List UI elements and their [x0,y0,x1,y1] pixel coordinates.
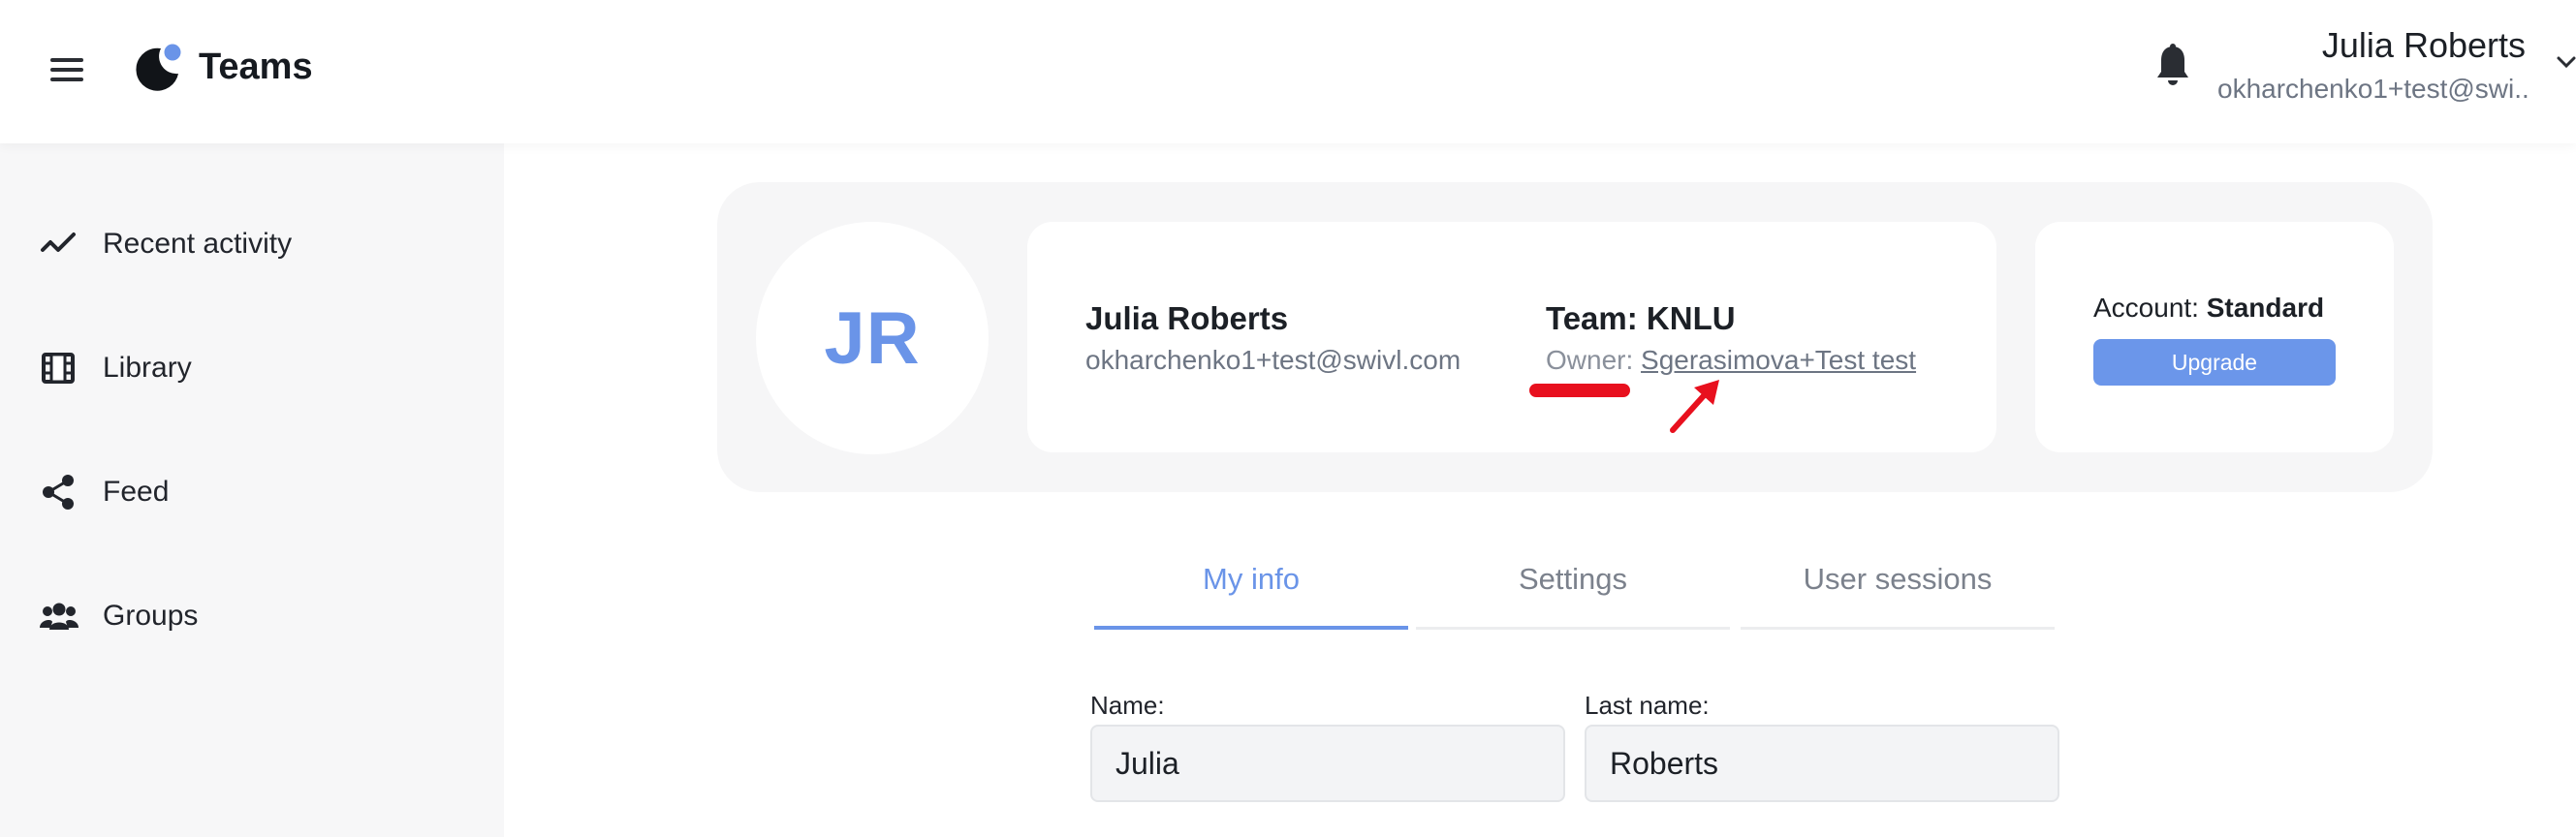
tab-my-info[interactable]: My info [1094,542,1408,630]
last-name-label: Last name: [1585,691,1710,720]
avatar-initials: JR [824,296,921,380]
film-icon [42,353,75,384]
sidebar-item-label: Groups [103,600,199,632]
sidebar-item-library[interactable]: Library [0,325,504,412]
sidebar-item-label: Library [103,352,192,384]
last-name-input[interactable] [1585,725,2059,802]
header-user-name[interactable]: Julia Roberts [2181,25,2526,66]
tab-label: Settings [1518,562,1627,596]
chevron-down-icon[interactable] [2555,50,2576,74]
account-card [2035,222,2394,452]
avatar: JR [756,222,989,454]
team-name: Team: KNLU [1546,300,1736,336]
teams-logo-icon [136,43,182,91]
owner-link[interactable]: Sgerasimova+Test test [1641,345,1916,375]
share-icon [43,475,74,510]
first-name-label: Name: [1090,691,1165,720]
profile-email: okharchenko1+test@swivl.com [1085,345,1461,375]
profile-info-card [1027,222,1996,452]
sidebar-item-groups[interactable]: Groups [0,573,504,660]
team-owner: Owner: Sgerasimova+Test test [1546,345,1916,376]
sidebar-item-feed[interactable]: Feed [0,449,504,536]
tab-user-sessions[interactable]: User sessions [1741,542,2055,630]
tab-settings[interactable]: Settings [1416,542,1730,630]
annotation-underline-mark [1529,384,1630,397]
account-prefix: Account: [2093,293,2199,323]
owner-prefix: Owner: [1546,345,1634,375]
activity-icon [41,232,76,252]
top-header: Teams Julia Roberts okharchenko1+test@sw… [0,0,2576,143]
tab-label: My info [1203,562,1300,596]
app-title: Teams [199,46,313,87]
annotation-arrow-icon [1670,380,1719,433]
sidebar-item-recent-activity[interactable]: Recent activity [0,201,504,288]
hamburger-menu-icon[interactable] [43,50,91,89]
sidebar-item-label: Recent activity [103,228,293,260]
header-user-email: okharchenko1+test@swi... [2217,74,2528,104]
account-type: Account: Standard [2093,293,2324,324]
account-type-value: Standard [2206,293,2325,323]
sidebar: Recent activity Library Feed Groups [0,143,504,837]
sidebar-item-label: Feed [103,476,170,508]
users-icon [40,603,79,630]
upgrade-button[interactable]: Upgrade [2093,339,2336,386]
tab-label: User sessions [1803,562,1993,596]
first-name-input[interactable] [1090,725,1565,802]
profile-name: Julia Roberts [1085,300,1289,336]
